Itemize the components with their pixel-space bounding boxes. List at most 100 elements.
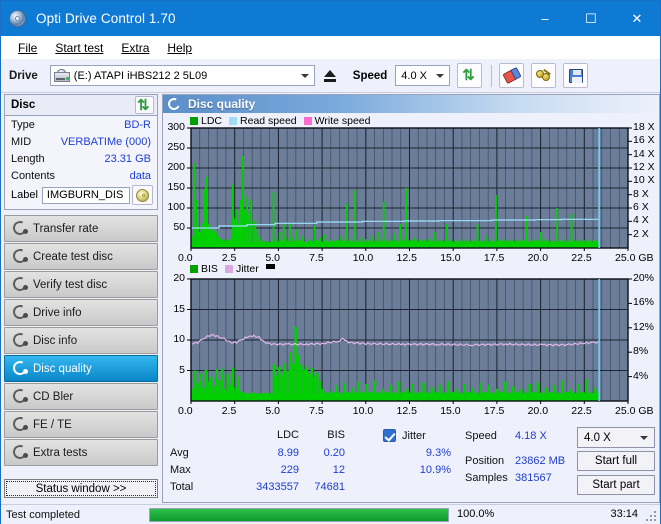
y2-tick-label: 16%	[633, 296, 655, 309]
x-tick-label: 10.0	[352, 405, 374, 417]
sidebar-item-label: Extra tests	[33, 446, 88, 459]
disc-label-button[interactable]	[132, 185, 153, 205]
chevron-down-icon	[640, 435, 648, 440]
disc-row-type: Type BD-R	[5, 116, 157, 133]
x-tick-label: 7.5	[309, 405, 324, 417]
status-bar: Test completed 100.0% 33:14	[1, 504, 660, 524]
disc-label-row: Label IMGBURN_DIS	[5, 185, 157, 205]
test-speed-select[interactable]: 4.0 X	[577, 427, 655, 448]
y-tick-label: 50	[173, 221, 185, 233]
refresh-button[interactable]	[457, 63, 483, 88]
options-button[interactable]	[531, 63, 557, 88]
stats-total-bis: 74681	[314, 481, 345, 493]
disc-icon	[11, 443, 29, 461]
sidebar-item-drive-info[interactable]: Drive info	[4, 299, 158, 326]
eject-icon	[323, 69, 336, 77]
disc-icon	[11, 275, 29, 293]
disc-row-key: Type	[11, 118, 35, 131]
y2-tick-label: 20%	[633, 272, 655, 284]
stats-avg-jitter: 9.3%	[425, 447, 451, 459]
disc-row-key: MID	[11, 135, 32, 148]
sidebar-item-extra-tests[interactable]: Extra tests	[4, 439, 158, 466]
samples-stat-label: Samples	[465, 472, 508, 484]
menu-help-label: Help	[167, 40, 193, 55]
sidebar-item-fe-te[interactable]: FE / TE	[4, 411, 158, 438]
menu-help[interactable]: Help	[158, 39, 201, 57]
sidebar-item-create-test-disc[interactable]: Create test disc	[4, 243, 158, 270]
drive-select[interactable]: (E:) ATAPI iHBS212 2 5L09	[49, 65, 315, 86]
menu-file-label: File	[18, 40, 38, 55]
speed-label: Speed	[352, 69, 388, 82]
speed-select-value: 4.0 X	[401, 69, 427, 82]
bis-chart: BIS Jitter 5 10 15 20 4% 8% 12% 16% 20% 0.0 2.5 5.0…	[163, 263, 659, 423]
stats-row-total-label: Total	[170, 481, 194, 493]
disc-row-key: Length	[11, 152, 45, 165]
disc-row-value: data	[129, 169, 151, 182]
page-title: Disc quality	[188, 97, 256, 111]
position-stat-value: 23862 MB	[515, 455, 566, 467]
sidebar-item-cd-bler[interactable]: CD Bler	[4, 383, 158, 410]
disc-label-input[interactable]: IMGBURN_DIS	[41, 186, 130, 204]
position-stat-label: Position	[465, 455, 505, 467]
disc-refresh-button[interactable]	[135, 96, 154, 114]
y2-tick-label: 8%	[633, 345, 649, 358]
disc-quality-icon	[166, 95, 182, 112]
start-full-button[interactable]: Start full	[577, 451, 655, 471]
sidebar-item-label: Transfer rate	[33, 222, 99, 235]
disc-row-key: Contents	[11, 169, 56, 182]
save-icon	[568, 68, 583, 83]
disc-label-key: Label	[11, 189, 38, 201]
y2-tick-label: 8 X	[633, 187, 649, 200]
title-bar: Opti Drive Control 1.70 – ☐ ✕	[1, 1, 660, 36]
panel-header: Disc quality	[163, 95, 659, 113]
start-part-button[interactable]: Start part	[577, 475, 655, 495]
disc-info-box: Disc Type BD-R MID VERBATIMe (000) Lengt…	[4, 94, 158, 210]
elapsed-time: 33:14	[610, 508, 638, 520]
sidebar-item-label: Verify test disc	[33, 278, 108, 291]
y2-tick-label: 10 X	[633, 174, 655, 187]
y2-tick-label: 4%	[633, 369, 649, 382]
sidebar-item-disc-quality[interactable]: Disc quality	[4, 355, 158, 382]
close-button[interactable]: ✕	[614, 1, 660, 36]
disc-row-contents: Contents data	[5, 167, 157, 184]
y-tick-label: 15	[173, 302, 185, 315]
stats-avg-ldc: 8.99	[277, 447, 299, 459]
menu-extra[interactable]: Extra	[112, 39, 158, 57]
toolbar: Drive (E:) ATAPI iHBS212 2 5L09 Speed 4.…	[1, 59, 660, 93]
cd-icon	[136, 188, 149, 202]
menu-file[interactable]: File	[9, 39, 46, 57]
y-tick-label: 300	[167, 121, 185, 133]
y-tick-label: 5	[179, 363, 185, 376]
menu-extra-label: Extra	[121, 40, 150, 55]
menu-start-test[interactable]: Start test	[46, 39, 112, 57]
sidebar-item-verify-test-disc[interactable]: Verify test disc	[4, 271, 158, 298]
save-button[interactable]	[563, 63, 589, 88]
x-tick-label: 2.5	[221, 405, 237, 417]
chevron-down-icon	[300, 73, 309, 78]
resize-grip[interactable]	[646, 511, 657, 522]
speed-stat-value: 4.18 X	[515, 430, 547, 442]
jitter-checkbox[interactable]	[383, 429, 396, 442]
eraser-icon	[502, 66, 522, 85]
stats-col-bis: BIS	[327, 429, 345, 441]
eject-button[interactable]	[319, 65, 341, 87]
sidebar-item-transfer-rate[interactable]: Transfer rate	[4, 215, 158, 242]
minimize-button[interactable]: –	[522, 1, 568, 36]
window-controls: – ☐ ✕	[522, 1, 660, 36]
stats-row-max-label: Max	[170, 464, 191, 476]
disc-icon	[11, 247, 29, 265]
drive-select-value: (E:) ATAPI iHBS212 2 5L09	[73, 69, 208, 82]
sidebar-item-disc-info[interactable]: Disc info	[4, 327, 158, 354]
y-tick-label: 10	[173, 333, 185, 345]
x-tick-label: 17.5	[483, 405, 505, 417]
stats-total-ldc: 3433557	[256, 481, 299, 493]
speed-select[interactable]: 4.0 X	[395, 65, 451, 86]
status-window-button[interactable]: Status window >>	[4, 479, 158, 498]
sidebar-item-label: Disc info	[33, 334, 78, 347]
toolbar-divider	[491, 64, 493, 87]
disc-info-title: Disc	[11, 99, 36, 111]
maximize-button[interactable]: ☐	[568, 1, 614, 36]
y2-tick-label: 12%	[633, 320, 655, 333]
bis-chart-canvas	[187, 278, 632, 404]
erase-button[interactable]	[499, 63, 525, 88]
